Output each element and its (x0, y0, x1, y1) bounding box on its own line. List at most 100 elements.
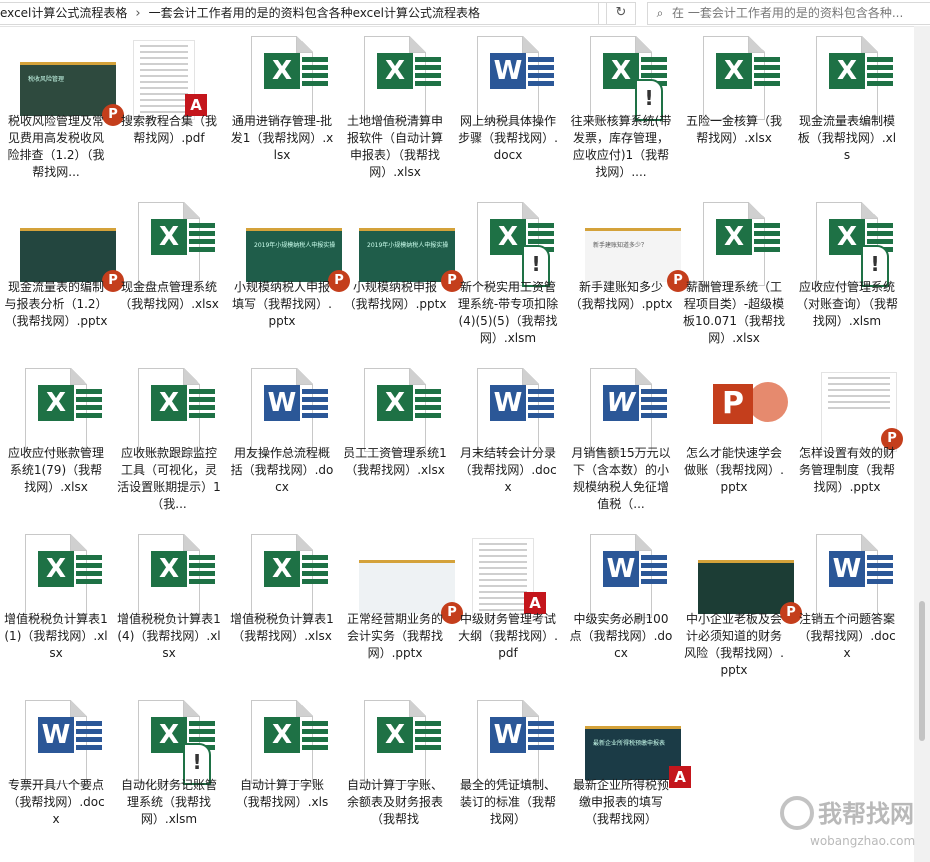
refresh-icon[interactable]: ↻ (606, 2, 636, 25)
line-decoration (641, 397, 667, 402)
document-lines-icon (302, 57, 328, 87)
text-line (479, 597, 527, 599)
file-item[interactable]: P 现金流量表的编制与报表分析（1.2）（我帮找网）.pptx (0, 196, 124, 362)
file-item[interactable]: X 通用进销存管理-批发1（我帮找网）.xlsx (226, 30, 338, 196)
slide-accent-bar (359, 228, 455, 231)
file-item[interactable]: W 注销五个问题答案（我帮找网）.docx (791, 528, 903, 694)
word-icon: W (490, 53, 526, 89)
text-line (140, 75, 188, 77)
slide-accent-bar (246, 228, 342, 231)
file-item[interactable]: W 中级实务必刷100点（我帮找网）.docx (565, 528, 677, 694)
file-item[interactable]: X 增值税税负计算表1（我帮找网）.xlsx (226, 528, 338, 694)
text-line (140, 105, 188, 107)
file-item[interactable]: 税收风险管理 P 税收风险管理及常见费用高发税收风险排查（1.2）（我帮找网... (0, 30, 124, 196)
line-decoration (528, 729, 554, 734)
file-item[interactable]: 2019年小规模纳税人申报实操 P 小规模纳税申报（我帮找网）.pptx (339, 196, 463, 362)
file-item[interactable]: X 薪酬管理系统（工程项目类）-超级模板10.071（我帮找网）.xlsx (678, 196, 790, 362)
file-item[interactable]: X 应收账款跟踪监控工具（可视化，灵活设置账期提示）1（我... (113, 362, 225, 528)
file-item[interactable]: P 正常经营期业务的会计实务（我帮找网）.pptx (339, 528, 463, 694)
document-page-icon: W (816, 534, 893, 618)
document-lines-icon (76, 555, 102, 585)
file-item[interactable]: X 现金盘点管理系统（我帮找网）.xlsx (113, 196, 225, 362)
powerpoint-icon: P (713, 384, 753, 424)
line-decoration (76, 405, 102, 410)
file-item[interactable]: X 自动计算丁字账（我帮找网）.xls (226, 694, 338, 860)
slide-thumbnail: P (698, 560, 802, 624)
line-decoration (302, 65, 328, 70)
text-line (479, 555, 527, 557)
file-name: 专票开具八个要点（我帮找网）.docx (7, 778, 105, 826)
file-item[interactable]: X 应收应付账款管理系统1(79)（我帮找网）.xlsx (0, 362, 112, 528)
line-decoration (415, 65, 441, 70)
slide-accent-bar (20, 62, 116, 65)
file-item[interactable]: W 专票开具八个要点（我帮找网）.docx (0, 694, 112, 860)
file-item[interactable]: A 中级财务管理考试大纲（我帮找网）.pdf (452, 528, 564, 694)
file-item[interactable]: W 用友操作总流程概括（我帮找网）.docx (226, 362, 338, 528)
text-line (479, 579, 527, 581)
document-page-icon: X (251, 534, 328, 618)
file-item[interactable]: W 网上纳税具体操作步骤（我帮找网）.docx (452, 30, 564, 196)
line-decoration (641, 555, 667, 560)
document-lines-icon (528, 721, 554, 751)
file-item[interactable]: 最新企业所得税预缴申报表 A 最新企业所得税预缴申报表的填写（我帮找网） (565, 694, 691, 860)
excel-icon: X (151, 551, 187, 587)
line-decoration (641, 413, 667, 418)
slide-thumbnail: 2019年小规模纳税人申报实操 P (246, 228, 350, 292)
line-decoration (528, 745, 554, 750)
file-item[interactable]: X 现金流量表编制模板（我帮找网）.xls (791, 30, 903, 196)
file-item[interactable]: P 怎样设置有效的财务管理制度（我帮找网）.pptx (791, 362, 903, 528)
file-item[interactable]: W 月销售额15万元以下（含本数）的小规模纳税人免征增值税（... (565, 362, 677, 528)
line-decoration (76, 563, 102, 568)
slide-title: 最新企业所得税预缴申报表 (593, 740, 666, 747)
file-item[interactable]: P 中小企业老板及会计必须知道的财务风险（我帮找网）.pptx (678, 528, 802, 694)
line-decoration (754, 239, 780, 244)
slide-accent-bar (585, 726, 681, 729)
text-line (140, 99, 188, 101)
file-item[interactable]: X! 自动化财务记账管理系统（我帮找网）.xlsm (113, 694, 225, 860)
vertical-scrollbar[interactable] (914, 26, 930, 862)
line-decoration (867, 223, 893, 228)
file-item[interactable]: X 五险一金核算（我帮找网）.xlsx (678, 30, 790, 196)
document-lines-icon (415, 721, 441, 751)
file-item[interactable]: X! 应收应付管理系统（对账查询）（我帮找网）.xlsm (791, 196, 903, 362)
file-item[interactable]: X 增值税税负计算表1(1)（我帮找网）.xlsx (0, 528, 112, 694)
line-decoration (528, 73, 554, 78)
file-item[interactable]: P 怎么才能快速学会做账（我帮找网）.pptx (678, 362, 790, 528)
scrollbar-thumb[interactable] (919, 601, 925, 741)
line-decoration (754, 223, 780, 228)
file-item[interactable]: X! 新个税实用工资管理系统-带专项扣除(4)(5)(5)（我帮找网）.xlsm (452, 196, 564, 362)
file-name: 怎样设置有效的财务管理制度（我帮找网）.pptx (798, 446, 895, 494)
file-name: 中级财务管理考试大纲（我帮找网）.pdf (458, 612, 558, 660)
file-name: 员工工资管理系统1（我帮找网）.xlsx (343, 446, 447, 477)
line-decoration (76, 571, 102, 576)
excel-icon: X (377, 53, 413, 89)
file-item[interactable]: X 土地增值税清算申报软件（自动计算申报表）（我帮找网）.xlsx (339, 30, 451, 196)
file-item[interactable]: 2019年小规模纳税人申报实操 P 小规模纳税人申报填写（我帮找网）.pptx (226, 196, 350, 362)
document-lines-icon (189, 389, 215, 419)
line-decoration (189, 405, 215, 410)
text-line (479, 573, 527, 575)
file-item[interactable]: X 自动计算丁字账、余额表及财务报表（我帮找 (339, 694, 451, 860)
line-decoration (754, 73, 780, 78)
breadcrumb-parent[interactable]: excel计算公式流程表格 (0, 6, 127, 20)
excel-icon: X (377, 717, 413, 753)
line-decoration (867, 231, 893, 236)
file-name: 最全的凭证填制、装订的标准（我帮找网） (459, 778, 556, 826)
file-item[interactable]: W 月末结转会计分录（我帮找网）.docx (452, 362, 564, 528)
file-item[interactable]: X! 往来账核算系统(带发票，库存管理，应收应付)1（我帮找网）.... (565, 30, 677, 196)
line-decoration (641, 73, 667, 78)
document-page-icon: X (251, 36, 328, 120)
file-item[interactable]: X 增值税税负计算表1(4)（我帮找网）.xlsx (113, 528, 225, 694)
address-bar[interactable]: excel计算公式流程表格 › 一套会计工作者用的是的资料包含各种excel计算公式… (0, 2, 599, 25)
search-input[interactable]: ⌕ 在 一套会计工作者用的是的资料包含各种... (647, 2, 930, 25)
file-item[interactable]: X 员工工资管理系统1（我帮找网）.xlsx (339, 362, 451, 528)
file-item[interactable]: 新手建账知道多少？ P 新手建账知多少（我帮找网）.pptx (565, 196, 689, 362)
file-item[interactable]: W 最全的凭证填制、装订的标准（我帮找网） (452, 694, 564, 860)
breadcrumb-current[interactable]: 一套会计工作者用的是的资料包含各种excel计算公式流程表格 (149, 6, 480, 20)
file-item[interactable]: A 搜索教程合集（我帮找网）.pdf (113, 30, 225, 196)
word-icon: W (829, 551, 865, 587)
line-decoration (415, 73, 441, 78)
ppt-circle-icon (748, 382, 788, 422)
file-name: 应收应付账款管理系统1(79)（我帮找网）.xlsx (7, 446, 104, 494)
document-lines-icon (415, 389, 441, 419)
